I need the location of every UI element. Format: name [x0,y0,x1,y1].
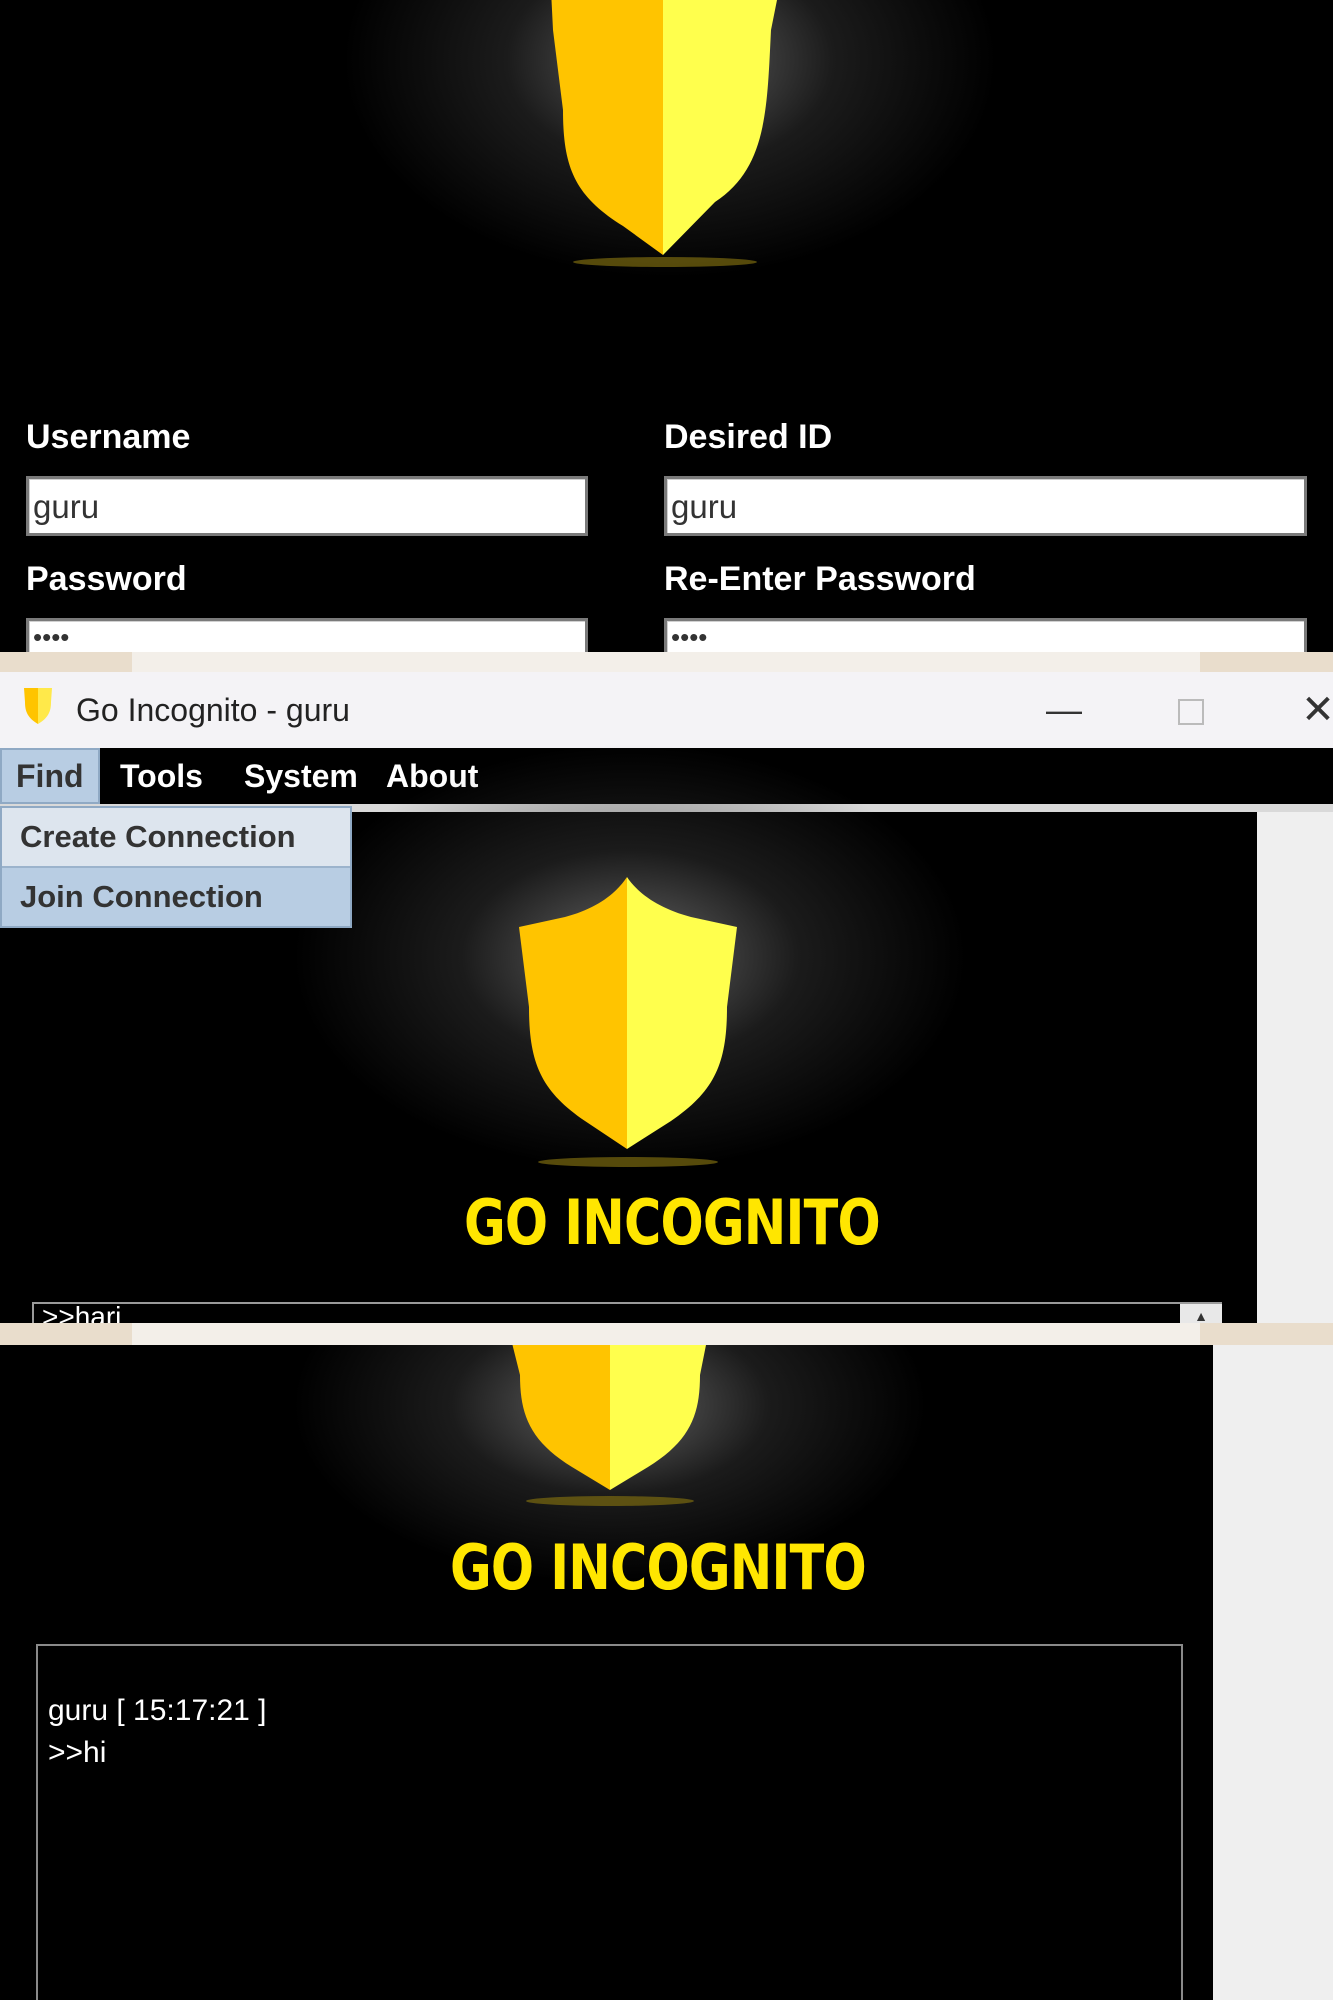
username-label: Username [26,418,191,456]
desired-id-label: Desired ID [664,418,833,456]
reenter-password-label: Re-Enter Password [664,560,976,598]
close-icon[interactable]: ✕ [1278,672,1333,748]
scroll-up-icon[interactable]: ▲ [1180,1304,1222,1323]
username-field[interactable]: guru [26,476,588,536]
menu-item-join-connection[interactable]: Join Connection [2,866,350,926]
main-window-panel: Go Incognito - guru — ✕ Find Tools Syste… [0,672,1333,1323]
password-field[interactable]: •••• [26,618,588,652]
shield-logo-icon [515,877,741,1169]
minimize-icon[interactable]: — [1024,672,1104,748]
desired-id-field[interactable]: guru [664,476,1307,536]
title-bar[interactable]: Go Incognito - guru — ✕ [0,672,1333,748]
menu-tools[interactable]: Tools [106,748,217,804]
shield-logo-icon [545,0,785,275]
maximize-icon[interactable] [1151,672,1231,748]
app-shield-icon [22,686,54,731]
reenter-password-field[interactable]: •••• [664,618,1307,652]
chat-window-panel: GO INCOGNITO guru [ 15:17:21 ] >>hi [0,1345,1333,2000]
chat-preview-text: >>hari [32,1302,1222,1323]
screenshot-divider [0,1323,1333,1345]
brand-title: GO INCOGNITO [450,1531,867,1604]
menu-item-create-connection[interactable]: Create Connection [2,808,350,866]
brand-title: GO INCOGNITO [464,1186,881,1259]
menu-find[interactable]: Find [0,748,100,804]
chat-sender-line: guru [ 15:17:21 ] [48,1694,267,1727]
shield-logo-icon [508,1345,712,1515]
find-dropdown-menu: Create Connection Join Connection [0,806,352,928]
chat-log: guru [ 15:17:21 ] >>hi [36,1644,1183,2000]
chat-message: >>hi [48,1736,107,1769]
menu-system[interactable]: System [230,748,372,804]
screenshot-divider [0,652,1333,672]
password-label: Password [26,560,187,598]
window-gutter [1257,812,1333,1323]
registration-panel: Username guru Desired ID guru Password •… [0,0,1333,652]
window-title: Go Incognito - guru [76,692,350,728]
window-gutter [1213,1345,1333,2000]
